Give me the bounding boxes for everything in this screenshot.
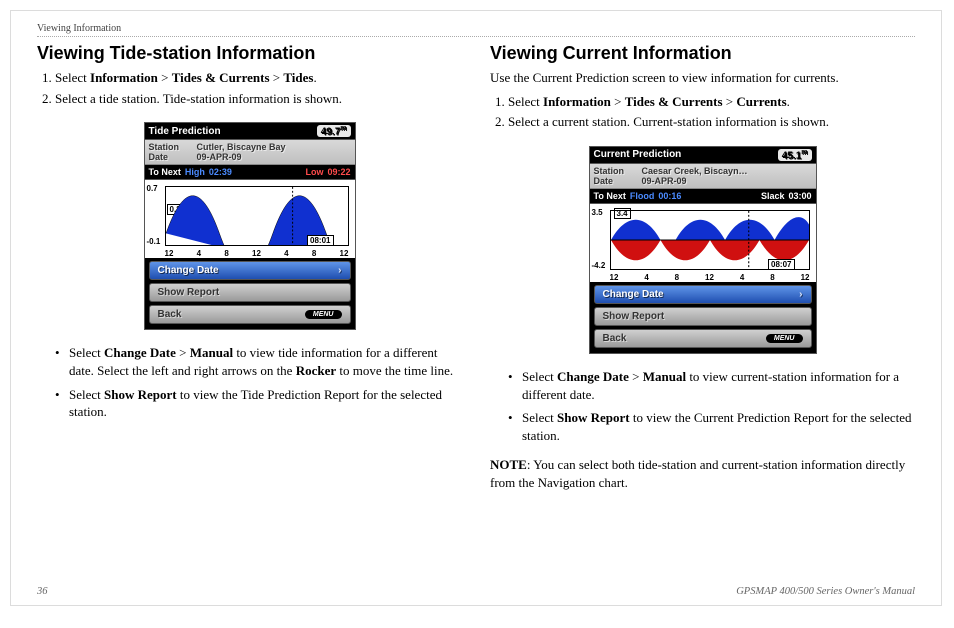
tide-device: Tide Prediction 49.7m StationCutler, Bis… [144,122,356,330]
right-bullet-2: Select Show Report to view the Current P… [508,409,915,444]
show-report-button[interactable]: Show Report [594,307,812,326]
tide-x-axis: 1248124812 [165,249,349,258]
tide-info-block: StationCutler, Biscayne Bay Date09-APR-0… [145,140,355,165]
left-step-1: Select Information > Tides & Currents > … [55,69,462,87]
tide-to-next: To Next High 02:39 Low 09:22 [145,165,355,180]
flood-label: Flood [630,191,655,201]
change-date-button[interactable]: Change Date› [149,261,351,280]
page-footer: 36 GPSMAP 400/500 Series Owner's Manual [37,578,915,597]
right-bullet-1: Select Change Date > Manual to view curr… [508,368,915,403]
low-label: Low [305,167,323,177]
slack-label: Slack [761,191,785,201]
change-date-button[interactable]: Change Date› [594,285,812,304]
tide-chart: 0.7 0.3 -0.1 08:01 1248124812 [145,180,355,258]
current-chart: 3.5 3.4 -4.2 08:07 [590,204,816,282]
tide-title: Tide Prediction [149,126,221,137]
show-report-button[interactable]: Show Report [149,283,351,302]
right-step-2: Select a current station. Current-statio… [508,113,915,131]
left-bullets: Select Change Date > Manual to view tide… [55,344,462,426]
manual-title: GPSMAP 400/500 Series Owner's Manual [736,586,915,597]
tide-reading-badge: 49.7m [317,125,351,137]
right-intro: Use the Current Prediction screen to vie… [490,69,915,87]
left-bullet-2: Select Show Report to view the Tide Pred… [55,386,462,421]
right-column: Viewing Current Information Use the Curr… [490,39,915,578]
chevron-right-icon: › [799,289,802,300]
tide-title-bar: Tide Prediction 49.7m [145,123,355,140]
page-section-label: Viewing Information [37,23,915,37]
current-title-bar: Current Prediction 45.1m [590,147,816,164]
high-label: High [185,167,205,177]
menu-pill: MENU [766,334,803,343]
current-flood-curve [611,217,809,240]
right-note: NOTE: You can select both tide-station a… [490,456,915,491]
left-column: Viewing Tide-station Information Select … [37,39,462,578]
right-heading: Viewing Current Information [490,43,915,64]
current-reading-badge: 45.1m [778,149,812,161]
chevron-right-icon: › [338,265,341,276]
current-to-next: To Next Flood 00:16 Slack 03:00 [590,189,816,204]
current-time-mark: 08:07 [768,259,794,270]
current-x-axis: 1248124812 [610,273,810,282]
back-button[interactable]: BackMENU [594,329,812,348]
left-heading: Viewing Tide-station Information [37,43,462,64]
menu-pill: MENU [305,310,342,319]
tide-time-mark: 08:01 [307,235,333,246]
current-info-block: StationCaesar Creek, Biscayn… Date09-APR… [590,164,816,189]
left-bullet-1: Select Change Date > Manual to view tide… [55,344,462,379]
right-bullets: Select Change Date > Manual to view curr… [508,368,915,450]
back-button[interactable]: BackMENU [149,305,351,324]
page-number: 36 [37,586,48,597]
left-steps: Select Information > Tides & Currents > … [55,69,462,110]
right-step-1: Select Information > Tides & Currents > … [508,93,915,111]
current-title: Current Prediction [594,149,682,160]
left-step-2: Select a tide station. Tide-station info… [55,90,462,108]
right-steps: Select Information > Tides & Currents > … [508,93,915,134]
current-device: Current Prediction 45.1m StationCaesar C… [589,146,817,354]
current-ebb-curve [611,240,809,260]
